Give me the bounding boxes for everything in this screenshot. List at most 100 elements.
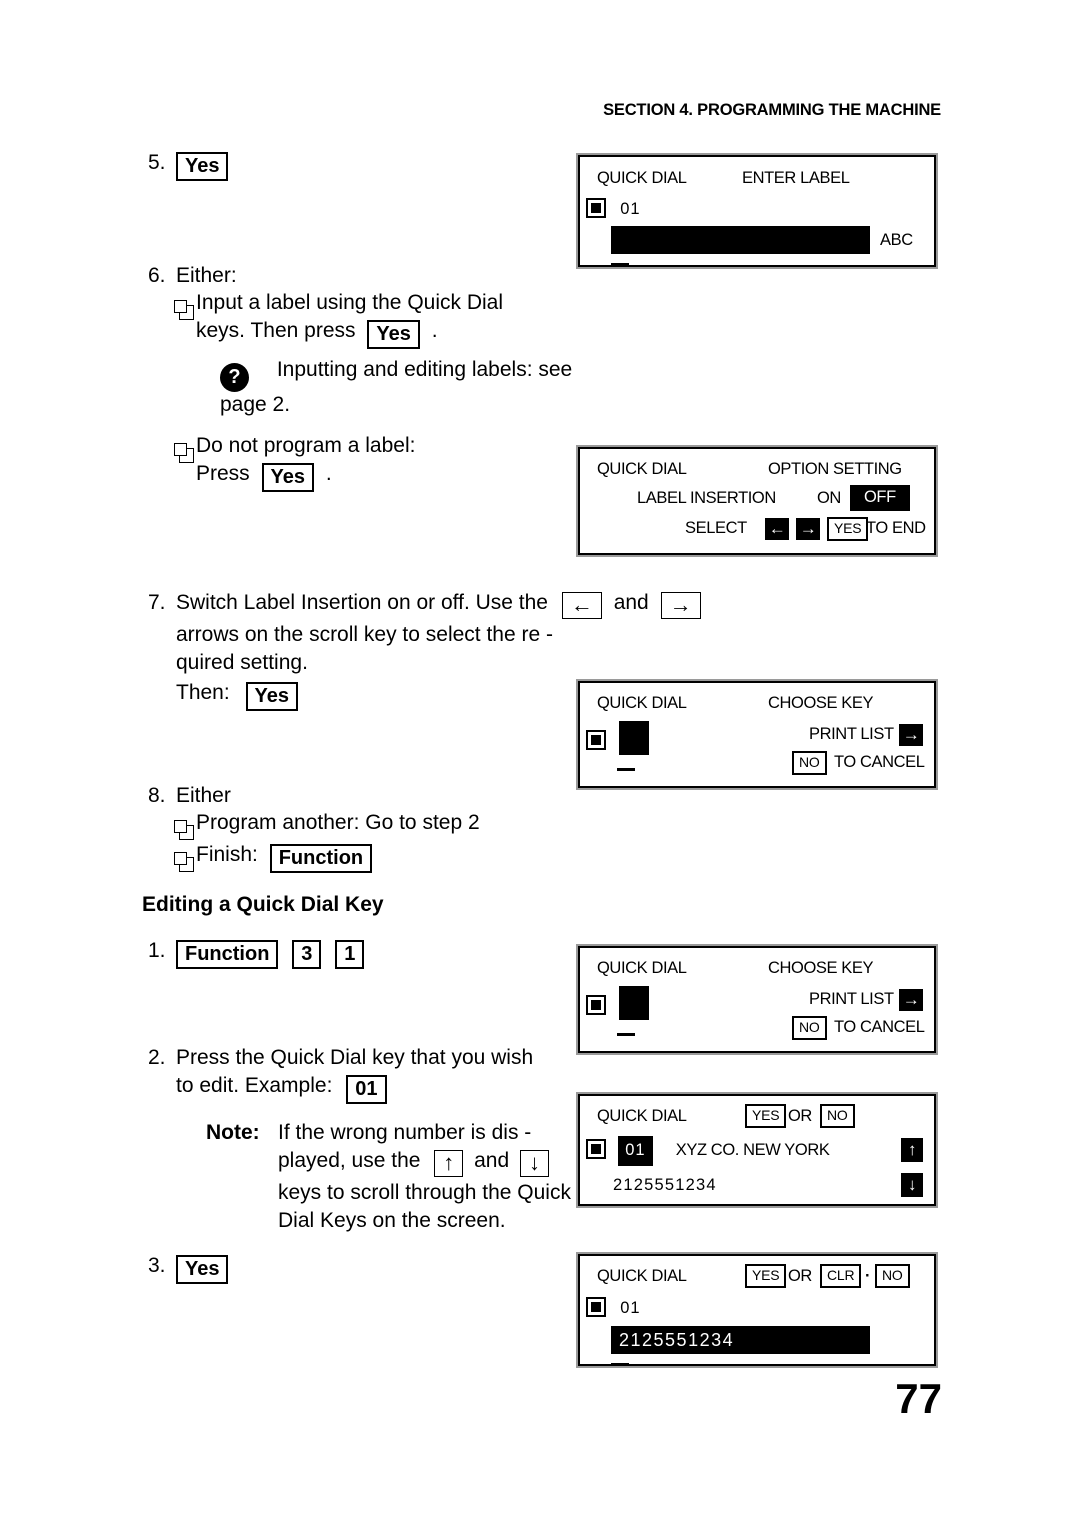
panel4-no-key[interactable]: NO (792, 1016, 827, 1040)
numeric-key-1[interactable]: 1 (335, 940, 365, 969)
panel2-title-left: QUICK DIAL (597, 460, 687, 478)
panel2-option-name: LABEL INSERTION (637, 489, 776, 507)
page-number: 77 (895, 1375, 942, 1422)
step-7-line1-pre: Switch Label Insertion on or off. Use th… (176, 591, 548, 614)
editing-step-2-line1: Press the Quick Dial key that you wish (176, 1046, 534, 1069)
right-arrow-icon: → (796, 518, 820, 540)
down-arrow-key[interactable]: ↓ (520, 1150, 550, 1177)
down-arrow-icon: ↓ (901, 1173, 923, 1197)
step-7-line1-mid: and (613, 591, 649, 614)
step-6: 6. Either: (148, 263, 578, 288)
panel2-option-on[interactable]: ON (817, 489, 841, 508)
step-5-number: 5. (148, 151, 166, 174)
step-8-finish-label: Finish: (196, 843, 258, 866)
panel5-no-key[interactable]: NO (820, 1104, 855, 1128)
panel5-yes-key[interactable]: YES (745, 1104, 787, 1128)
function-key-step8[interactable]: Function (269, 844, 373, 873)
step-8-body: Either (176, 783, 578, 808)
editing-step-1-number: 1. (148, 939, 166, 962)
box-bullet-icon (174, 842, 196, 872)
up-arrow-key[interactable]: ↑ (434, 1150, 464, 1177)
panel1-title-right: ENTER LABEL (742, 169, 850, 187)
panel5-scroll-up[interactable]: ↑ (901, 1137, 923, 1162)
panel5-entry-number: 01 (618, 1136, 653, 1166)
panel6-clr-key-label: CLR (820, 1264, 862, 1288)
editing-step-2-line2: to edit. Example: 01 (176, 1073, 578, 1104)
panel6-clr-key[interactable]: CLR (820, 1264, 862, 1288)
panel5-scroll-down[interactable]: ↓ (901, 1172, 923, 1197)
step-6-body: Either: (176, 263, 578, 288)
panel3-entry-row (586, 721, 650, 755)
panel6-no-key[interactable]: NO (875, 1264, 910, 1288)
up-arrow-icon: ↑ (901, 1138, 923, 1162)
panel6-no-key-label: NO (875, 1264, 910, 1288)
step-6-option-a-line1: Input a label using the Quick Dial (196, 291, 504, 314)
panel2-yes-key[interactable]: YES (827, 517, 869, 541)
step-6-option-b-line1: Do not program a label: (196, 434, 416, 457)
right-arrow-icon: → (899, 724, 923, 746)
step-8-number: 8. (148, 784, 166, 807)
panel2-title-right: OPTION SETTING (768, 460, 902, 478)
panel6-entry-row: 01 (586, 1297, 641, 1318)
editing-step-2-note: Note: If the wrong number is dis - playe… (206, 1120, 578, 1233)
panel4-entry-row (586, 986, 650, 1020)
quick-dial-key-01[interactable]: 01 (346, 1075, 387, 1104)
panel4-print-list-arrow[interactable]: → (899, 987, 923, 1011)
yes-key-step5[interactable]: Yes (176, 152, 229, 181)
lcd-panel-number-edit: QUICK DIAL YES OR CLR · NO 01 2125551234 (576, 1252, 938, 1368)
step-7-body: Switch Label Insertion on or off. Use th… (176, 590, 701, 711)
panel1-label-input-field[interactable] (611, 226, 870, 254)
yes-key-edit3[interactable]: Yes (176, 1255, 229, 1284)
right-arrow-icon: → (899, 989, 923, 1011)
box-bullet-icon (174, 433, 196, 463)
editing-section-heading: Editing a Quick Dial Key (142, 893, 384, 916)
option-b-line2-pre: Press (196, 462, 250, 485)
panel3-print-list-arrow[interactable]: → (899, 722, 923, 746)
step-8-title: Either (176, 784, 231, 807)
step-5: 5. Yes (148, 150, 578, 181)
lcd-panel-enter-label: QUICK DIAL ENTER LABEL 01 ABC (576, 153, 938, 269)
step-8-option-a: Program another: Go to step 2 (174, 810, 578, 840)
yes-key-step6b[interactable]: Yes (261, 463, 315, 492)
step-6-help-note: ? Inputting and editing labels: see page… (220, 357, 578, 417)
box-bullet-icon (174, 810, 196, 840)
panel2-arrow-left[interactable]: ← (765, 516, 789, 540)
panel4-title-left: QUICK DIAL (597, 959, 687, 977)
step-6-title: Either: (176, 264, 237, 287)
panel2-option-off-selected[interactable]: OFF (850, 485, 910, 511)
numeric-key-3[interactable]: 3 (292, 940, 322, 969)
editing-step-2-line2-pre: to edit. Example: (176, 1074, 333, 1097)
panel6-title-left: QUICK DIAL (597, 1267, 687, 1285)
step-7-line1: Switch Label Insertion on or off. Use th… (176, 590, 701, 619)
panel3-no-key[interactable]: NO (792, 751, 827, 775)
panel6-yes-key-label: YES (745, 1264, 787, 1288)
page-header: SECTION 4. PROGRAMMING THE MACHINE (603, 101, 941, 119)
question-icon: ? (220, 363, 249, 392)
editing-step-1: 1. Function 3 1 (148, 938, 578, 969)
panel6-cursor-underline (611, 1352, 629, 1371)
panel2-arrow-right[interactable]: → (796, 516, 820, 540)
option-a-line2-pre: keys. Then press (196, 319, 356, 342)
yes-key-step6a[interactable]: Yes (367, 320, 420, 349)
entry-marker-icon (586, 995, 606, 1015)
panel6-entry-number: 01 (620, 1299, 641, 1317)
step-7-then-label: Then: (176, 681, 230, 704)
lcd-panel-choose-key-1: QUICK DIAL CHOOSE KEY PRINT LIST → NO TO… (576, 679, 938, 790)
step-8-option-b: Finish: Function (174, 842, 578, 873)
lcd-panel-choose-key-2: QUICK DIAL CHOOSE KEY PRINT LIST → NO TO… (576, 944, 938, 1055)
function-key-edit1[interactable]: Function (176, 940, 279, 969)
yes-key-step7[interactable]: Yes (245, 682, 299, 711)
panel6-yes-key[interactable]: YES (745, 1264, 787, 1288)
panel5-entry-label: XYZ CO. NEW YORK (675, 1141, 830, 1159)
editing-step-2: 2. Press the Quick Dial key that you wis… (148, 1045, 578, 1233)
panel6-number-input-field[interactable]: 2125551234 (611, 1326, 870, 1354)
panel2-select-label: SELECT (685, 519, 747, 537)
step-6-option-a-line2: keys. Then press Yes . (196, 318, 578, 349)
left-arrow-key[interactable]: ← (561, 592, 602, 619)
step-5-body: Yes (176, 150, 578, 181)
right-arrow-key[interactable]: → (660, 592, 701, 619)
panel5-or-label: OR (788, 1107, 812, 1125)
note-line2-pre: played, use the (278, 1149, 421, 1172)
lcd-panel-option-setting: QUICK DIAL OPTION SETTING LABEL INSERTIO… (576, 445, 938, 557)
help-note-text: Inputting and editing labels: see page 2… (220, 358, 573, 416)
